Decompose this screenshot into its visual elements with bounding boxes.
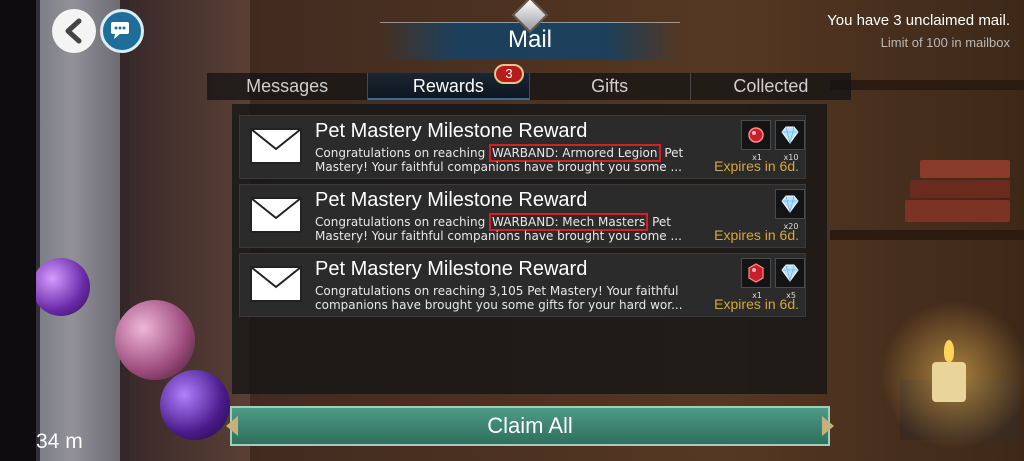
background-shelf xyxy=(830,230,1024,240)
page-title: Mail xyxy=(507,26,552,53)
reward-items: x20 xyxy=(775,189,805,231)
diamond-icon xyxy=(781,126,799,144)
mail-body: Congratulations on reaching 3,105 Pet Ma… xyxy=(315,284,683,312)
candle xyxy=(932,362,966,402)
claim-all-button[interactable]: Claim All xyxy=(230,406,830,446)
background-book xyxy=(910,180,1010,198)
reward-slot[interactable]: x5 xyxy=(775,258,805,300)
pink-orb xyxy=(115,300,195,380)
mailbox-limit-text: Limit of 100 in mailbox xyxy=(880,35,1010,50)
left-shadow xyxy=(0,0,36,461)
chat-button[interactable] xyxy=(100,9,144,53)
background-book xyxy=(920,160,1010,178)
mail-body: Congratulations on reaching WARBAND: Mec… xyxy=(315,213,705,243)
reward-icon-frame: x1 xyxy=(741,258,771,300)
mail-item[interactable]: Pet Mastery Milestone Reward Congratulat… xyxy=(239,115,806,179)
purple-orb xyxy=(160,370,230,440)
mail-tabs: Messages Rewards Gifts Collected xyxy=(207,73,851,100)
reward-icon-frame: x10 xyxy=(775,120,805,162)
mail-item[interactable]: Pet Mastery Milestone Reward Congratulat… xyxy=(239,184,806,248)
expires-text: Expires in 6d. xyxy=(714,227,799,243)
reward-slot[interactable]: x20 xyxy=(775,189,805,231)
reward-slot[interactable]: x1 xyxy=(741,258,771,300)
tab-collected[interactable]: Collected xyxy=(691,73,851,100)
reward-slot[interactable]: x10 xyxy=(775,120,805,162)
purple-orb xyxy=(32,258,90,316)
background-shelf xyxy=(830,80,1024,90)
tab-gifts[interactable]: Gifts xyxy=(530,73,691,100)
envelope-icon xyxy=(250,197,302,233)
reward-icon-frame: x5 xyxy=(775,258,805,300)
envelope-icon xyxy=(250,266,302,302)
candle-flame xyxy=(944,340,954,362)
reward-icon-frame: x20 xyxy=(775,189,805,231)
mail-info: You have 3 unclaimed mail. Limit of 100 … xyxy=(827,12,1010,50)
mail-body-text: Congratulations on reaching xyxy=(315,146,490,160)
reward-items: x1 x10 xyxy=(741,120,805,162)
mail-item[interactable]: Pet Mastery Milestone Reward Congratulat… xyxy=(239,253,806,317)
reward-slot[interactable]: x1 xyxy=(741,120,771,162)
red-gem-icon xyxy=(748,127,764,143)
expires-text: Expires in 6d. xyxy=(714,158,799,174)
mail-title: Pet Mastery Milestone Reward xyxy=(315,120,588,142)
background-pillar xyxy=(40,0,120,461)
envelope-icon xyxy=(250,128,302,164)
rewards-count-badge: 3 xyxy=(494,64,524,84)
unclaimed-mail-text: You have 3 unclaimed mail. xyxy=(827,12,1010,29)
mail-title: Pet Mastery Milestone Reward xyxy=(315,189,588,211)
reward-items: x1 x5 xyxy=(741,258,805,300)
reward-icon-frame: x1 xyxy=(741,120,771,162)
mail-title: Pet Mastery Milestone Reward xyxy=(315,258,588,280)
mail-body: Congratulations on reaching WARBAND: Arm… xyxy=(315,144,705,174)
back-button[interactable] xyxy=(52,9,96,53)
red-gem-icon xyxy=(748,263,764,283)
chat-bubble-icon xyxy=(111,22,129,39)
mail-body-text: Congratulations on reaching xyxy=(315,215,490,229)
diamond-icon xyxy=(781,195,799,213)
background-book xyxy=(905,200,1010,222)
expires-text: Expires in 6d. xyxy=(714,296,799,312)
chevron-left-icon xyxy=(65,18,82,44)
tab-messages[interactable]: Messages xyxy=(207,73,369,100)
session-timer: 34 m xyxy=(36,430,83,453)
mail-title-banner: Mail xyxy=(380,0,680,64)
diamond-icon xyxy=(781,264,799,282)
